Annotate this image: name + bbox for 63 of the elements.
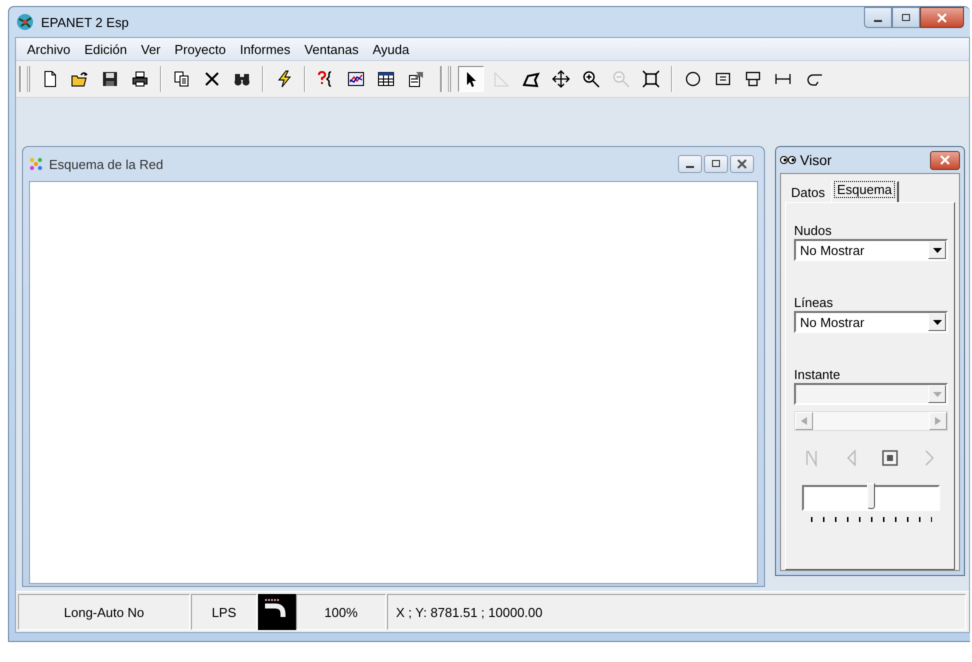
printer-icon: [131, 70, 149, 88]
close-button[interactable]: [930, 150, 960, 170]
menu-item[interactable]: Edición: [77, 40, 134, 58]
zoom-status: 100%: [296, 594, 386, 630]
dots-icon: [29, 157, 43, 171]
maximize-icon: [901, 12, 911, 22]
copy-icon: [173, 70, 191, 88]
scroll-right-icon: [929, 412, 947, 430]
zoom-in-icon: [582, 70, 600, 88]
vertex-icon: [492, 70, 510, 88]
close-icon: [940, 155, 950, 165]
length-status: Long-Auto No: [18, 594, 190, 630]
maximize-button[interactable]: [704, 155, 728, 173]
slider-thumb[interactable]: [867, 483, 875, 509]
close-icon: [737, 159, 747, 169]
scrollbar[interactable]: [794, 411, 948, 431]
table-icon: [377, 70, 395, 88]
tab[interactable]: Esquema: [830, 181, 899, 202]
menu-item[interactable]: Archivo: [20, 40, 78, 58]
scroll-left-icon: [795, 412, 813, 430]
menu-item[interactable]: Informes: [232, 40, 298, 58]
eyes-icon: [780, 154, 796, 166]
units-status: LPS: [191, 594, 257, 630]
menu-item[interactable]: Ayuda: [366, 40, 416, 58]
toolbar-handle[interactable]: [20, 66, 29, 92]
maximize-button[interactable]: [892, 7, 920, 28]
four-way-arrows-icon: [552, 70, 570, 88]
menu-item[interactable]: Ver: [134, 40, 168, 58]
window-title: EPANET 2 Esp: [41, 14, 129, 30]
circle-icon: [684, 70, 702, 88]
toolbar-handle[interactable]: [441, 66, 450, 92]
coordinates-status: X ; Y: 8781.51 ; 10000.00: [387, 594, 966, 630]
zoom-out-icon: [612, 70, 630, 88]
panel-title: Visor: [800, 152, 833, 168]
close-button[interactable]: [730, 155, 754, 173]
dropdown[interactable]: No Mostrar: [794, 239, 948, 261]
stop-button[interactable]: [881, 449, 900, 467]
lightning-icon: [275, 70, 293, 88]
field-label: Líneas: [794, 295, 834, 310]
maximize-icon: [711, 159, 721, 169]
folder-icon: [71, 70, 89, 88]
dropdown[interactable]: No Mostrar: [794, 311, 948, 333]
minimize-icon: [874, 20, 882, 22]
select-button[interactable]: [458, 66, 484, 92]
close-icon: [937, 12, 947, 22]
polygon-icon: [522, 70, 540, 88]
properties-icon: [407, 70, 425, 88]
cross-icon: [203, 70, 221, 88]
field-label: Nudos: [794, 223, 833, 238]
close-button[interactable]: [920, 7, 964, 28]
speed-slider[interactable]: [802, 485, 940, 511]
app-logo-icon: [15, 13, 35, 31]
minimize-icon: [686, 166, 694, 168]
window-title: Esquema de la Red: [49, 156, 164, 172]
minimize-button[interactable]: [678, 155, 702, 173]
minimize-button[interactable]: [864, 7, 892, 28]
menu-item[interactable]: Ventanas: [297, 40, 366, 58]
menu-item[interactable]: Proyecto: [168, 40, 233, 58]
tank-icon: [744, 70, 762, 88]
field-label: Instante: [794, 367, 842, 382]
full-extent-icon: [642, 70, 660, 88]
reservoir-icon: [714, 70, 732, 88]
line-chart-icon: [347, 70, 365, 88]
